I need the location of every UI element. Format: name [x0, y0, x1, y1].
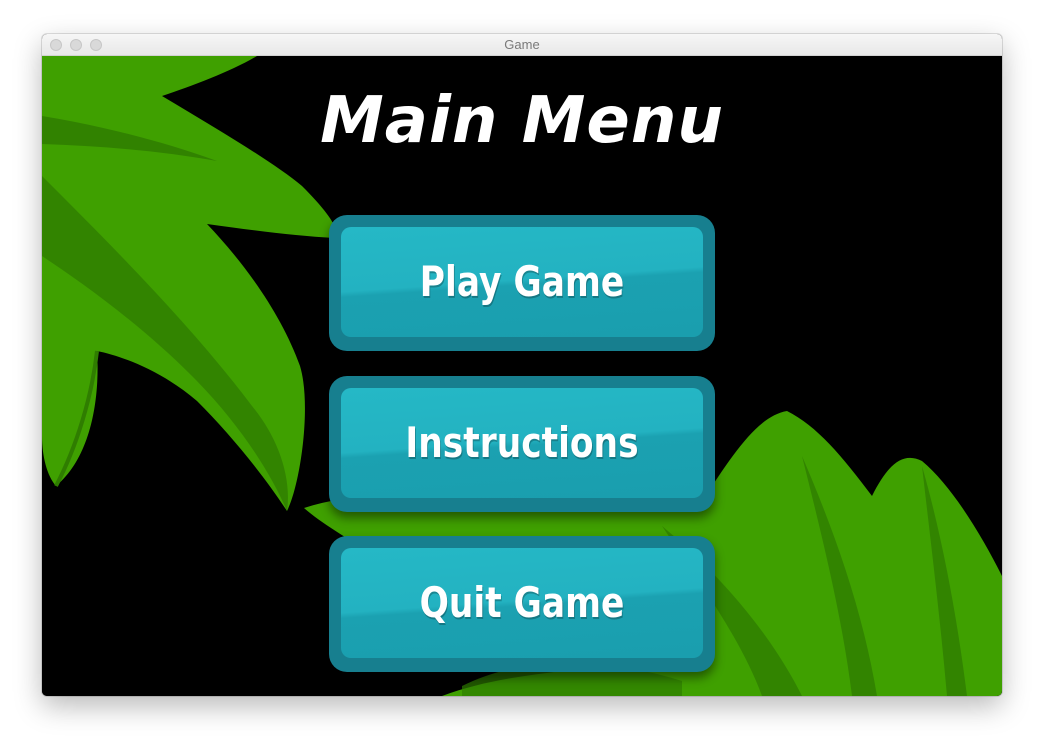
instructions-button[interactable]: Instructions	[329, 376, 715, 512]
play-game-button[interactable]: Play Game	[329, 215, 715, 351]
instructions-label[interactable]: Instructions	[374, 388, 671, 498]
button-face[interactable]: Instructions	[341, 388, 703, 498]
play-game-label[interactable]: Play Game	[374, 227, 671, 337]
game-window: Game Main Menu Play Game Instructions Qu…	[42, 34, 1002, 696]
button-face[interactable]: Quit Game	[341, 548, 703, 658]
quit-game-button[interactable]: Quit Game	[329, 536, 715, 672]
game-canvas: Main Menu Play Game Instructions Quit Ga…	[42, 56, 1002, 696]
title-bar[interactable]: Game	[42, 34, 1002, 56]
button-face[interactable]: Play Game	[341, 227, 703, 337]
window-title: Game	[504, 37, 540, 52]
quit-game-label[interactable]: Quit Game	[374, 548, 671, 658]
main-menu-title: Main Menu	[320, 84, 724, 158]
